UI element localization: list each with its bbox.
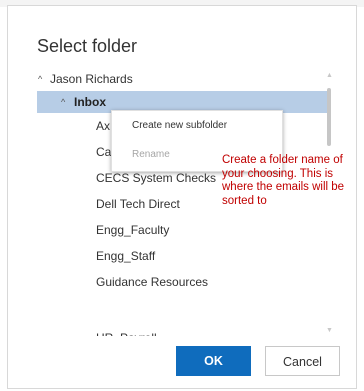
tree-item-label: Ca bbox=[96, 145, 112, 159]
tree-item-engg-faculty[interactable]: Engg_Faculty bbox=[0, 219, 364, 241]
tree-item-label: Guidance Resources bbox=[96, 275, 209, 289]
chevron-up-icon[interactable]: ^ bbox=[38, 68, 42, 90]
tree-item-label: HR_Payroll bbox=[96, 327, 157, 336]
ok-button[interactable]: OK bbox=[176, 346, 251, 376]
rename-menu-item[interactable]: Rename bbox=[132, 149, 170, 160]
chevron-up-icon[interactable]: ^ bbox=[61, 91, 65, 113]
instruction-annotation: Create a folder name of your choosing. T… bbox=[222, 154, 345, 207]
scrollbar-thumb[interactable] bbox=[327, 88, 331, 146]
tree-item-engg-staff[interactable]: Engg_Staff bbox=[0, 245, 364, 267]
tree-item-label: Dell Tech Direct bbox=[96, 197, 180, 211]
tree-item-label: Engg_Staff bbox=[96, 249, 156, 263]
tree-item-jason-richards[interactable]: ^ Jason Richards bbox=[0, 68, 364, 90]
scroll-up-arrow-icon[interactable]: ▲ bbox=[326, 72, 333, 79]
dialog-title: Select folder bbox=[37, 36, 138, 56]
create-new-subfolder-menu-item[interactable]: Create new subfolder bbox=[132, 120, 227, 131]
tree-item-label: Engg_Faculty bbox=[96, 223, 170, 237]
tree-item-label: Inbox bbox=[74, 95, 106, 109]
tree-item-guidance-resources[interactable]: Guidance Resources bbox=[0, 271, 364, 293]
scroll-down-arrow-icon[interactable]: ▼ bbox=[326, 327, 333, 334]
tree-item-hr-payroll[interactable]: HR_Payroll bbox=[0, 327, 364, 336]
tree-item-label: Jason Richards bbox=[50, 72, 133, 86]
tree-item-label: Ax bbox=[96, 119, 111, 133]
cancel-button[interactable]: Cancel bbox=[265, 346, 340, 376]
